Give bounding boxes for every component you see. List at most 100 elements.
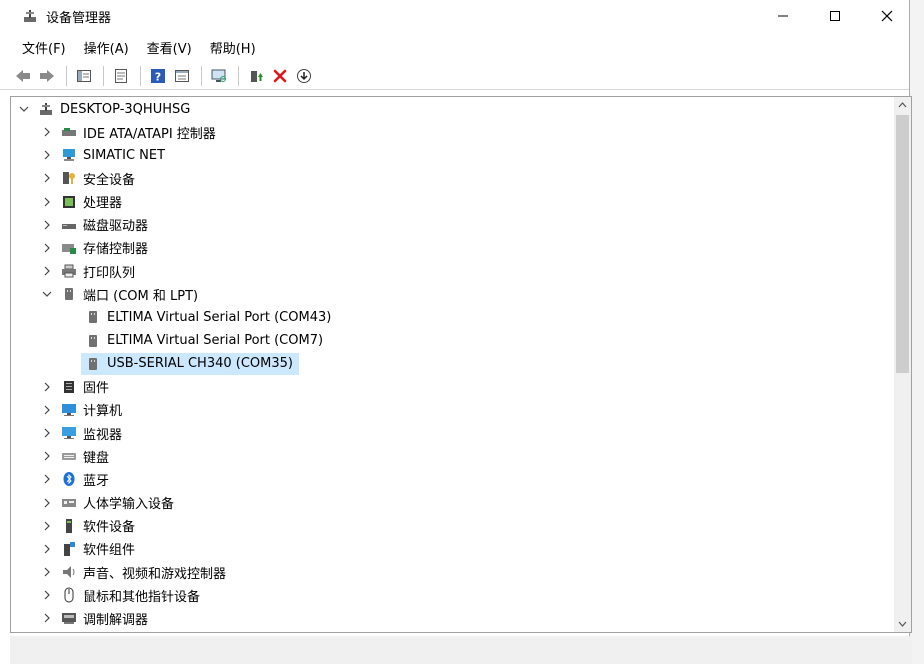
help-icon: ? <box>151 68 165 83</box>
uninstall-button[interactable] <box>269 65 291 87</box>
tree-category-item[interactable]: 处理器 <box>61 191 122 213</box>
scan-hardware-button[interactable] <box>208 65 230 87</box>
expand-root-chevron[interactable] <box>18 103 30 115</box>
close-button[interactable] <box>864 0 910 32</box>
expand-chevron[interactable] <box>41 543 53 555</box>
tree-category-item[interactable]: 人体学输入设备 <box>61 492 174 514</box>
tree-category-item[interactable]: 磁盘驱动器 <box>61 214 148 236</box>
tree-category-item[interactable]: 鼠标和其他指针设备 <box>61 584 200 606</box>
chevron-right-icon <box>44 405 50 415</box>
hid-icon <box>62 498 76 507</box>
back-button[interactable] <box>12 65 34 87</box>
expand-chevron[interactable] <box>41 288 53 300</box>
chevron-right-icon <box>44 613 50 623</box>
disable-device-button[interactable] <box>293 65 315 87</box>
vertical-scrollbar[interactable] <box>894 97 911 632</box>
tree-category-item[interactable]: 固件 <box>61 376 109 398</box>
scan-hardware-icon <box>211 69 226 82</box>
tree-category-label: 键盘 <box>83 450 110 466</box>
maximize-button[interactable] <box>812 0 858 32</box>
expand-chevron[interactable] <box>41 427 53 439</box>
toolbar-separator <box>238 65 239 86</box>
expand-chevron[interactable] <box>41 242 53 254</box>
disk-drive-icon <box>62 223 76 229</box>
tree-category-item[interactable]: 打印队列 <box>61 260 135 282</box>
expand-chevron[interactable] <box>41 404 53 416</box>
chevron-right-icon <box>44 498 50 507</box>
menu-action[interactable]: 操作(A) <box>76 35 137 60</box>
device-tree[interactable]: DESKTOP-3QHUHSG IDE ATA/ATAPI 控制器 SIMATIC… <box>10 96 912 633</box>
expand-chevron[interactable] <box>41 566 53 578</box>
tree-category-label: SIMATIC NET <box>83 147 166 163</box>
tree-category-label: 处理器 <box>83 196 123 212</box>
expand-chevron[interactable] <box>41 196 53 208</box>
tree-category-item[interactable]: 蓝牙 <box>61 468 109 490</box>
menu-help[interactable]: 帮助(H) <box>202 35 264 60</box>
tree-category-item[interactable]: 端口 (COM 和 LPT) <box>61 283 198 305</box>
expand-chevron[interactable] <box>41 381 53 393</box>
properties-button[interactable] <box>110 65 132 87</box>
expand-chevron[interactable] <box>41 450 53 462</box>
expand-chevron[interactable] <box>41 473 53 485</box>
chevron-right-icon <box>44 382 50 392</box>
software-device-icon <box>66 518 72 533</box>
software-component-icon <box>64 541 75 556</box>
properties-icon <box>115 68 127 83</box>
scrollbar-thumb[interactable] <box>896 115 909 373</box>
forward-button[interactable] <box>36 65 58 87</box>
expand-chevron[interactable] <box>41 172 53 184</box>
expand-chevron[interactable] <box>41 126 53 138</box>
action-pane-button[interactable] <box>171 65 193 87</box>
menu-view[interactable]: 查看(V) <box>139 35 200 60</box>
expand-chevron[interactable] <box>41 219 53 231</box>
processor-icon <box>63 195 75 208</box>
tree-category-item[interactable]: IDE ATA/ATAPI 控制器 <box>61 121 216 143</box>
tree-device-label: ELTIMA Virtual Serial Port (COM7) <box>107 333 324 348</box>
tree-category-item[interactable]: 计算机 <box>61 399 122 421</box>
tree-category-item[interactable]: 存储控制器 <box>61 237 148 259</box>
tree-category-item[interactable]: 软件设备 <box>61 515 135 537</box>
expand-chevron[interactable] <box>41 149 53 161</box>
menu-file[interactable]: 文件(F) <box>14 35 74 60</box>
tree-device-label: ELTIMA Virtual Serial Port (COM43) <box>107 309 332 325</box>
minimize-button[interactable] <box>760 0 806 32</box>
expand-chevron[interactable] <box>41 497 53 509</box>
expand-chevron[interactable] <box>41 520 53 532</box>
chevron-down-icon <box>19 106 29 112</box>
scroll-up-button[interactable] <box>894 97 911 114</box>
tree-device-item[interactable]: ELTIMA Virtual Serial Port (COM43) <box>81 306 331 328</box>
computer-icon <box>62 403 76 416</box>
tree-category-item[interactable]: 键盘 <box>61 445 109 467</box>
tree-category-label: 软件组件 <box>83 543 136 559</box>
tree-category-item[interactable]: 声音、视频和游戏控制器 <box>61 561 226 583</box>
ide-controller-icon <box>62 128 76 137</box>
forward-arrow-icon <box>40 69 54 82</box>
tree-category-label: 软件设备 <box>83 520 136 536</box>
help-button[interactable]: ? <box>147 65 169 87</box>
tree-device-item[interactable]: USB-SERIAL CH340 (COM35) <box>81 352 299 375</box>
tree-category-item[interactable]: SIMATIC NET <box>61 144 165 166</box>
tree-category-label: 存储控制器 <box>83 242 149 258</box>
tree-device-item[interactable]: ELTIMA Virtual Serial Port (COM7) <box>81 330 323 352</box>
expand-chevron[interactable] <box>41 265 53 277</box>
expand-chevron[interactable] <box>41 589 53 601</box>
chevron-right-icon <box>44 474 50 484</box>
chevron-right-icon <box>44 197 50 207</box>
printer-icon <box>62 264 76 278</box>
chevron-right-icon <box>44 590 50 600</box>
tree-root[interactable]: DESKTOP-3QHUHSG <box>38 98 190 120</box>
serial-port-icon <box>89 357 97 370</box>
update-driver-button[interactable] <box>245 65 267 87</box>
tree-category-item[interactable]: 软件组件 <box>61 538 135 560</box>
show-hide-tree-icon <box>77 69 91 82</box>
uninstall-x-icon <box>273 69 287 82</box>
tree-category-item[interactable]: 监视器 <box>61 422 122 444</box>
chevron-right-icon <box>44 174 50 183</box>
device-manager-window: 设备管理器 文件(F) 操作(A) 查看(V) 帮助(H) ? DESKTOP-… <box>0 0 912 664</box>
scroll-down-button[interactable] <box>894 615 911 632</box>
tree-category-item[interactable]: 调制解调器 <box>61 607 148 629</box>
tree-category-item[interactable]: 安全设备 <box>61 167 135 189</box>
tree-category-label: 计算机 <box>83 404 123 420</box>
show-hide-tree-button[interactable] <box>73 65 95 87</box>
expand-chevron[interactable] <box>41 612 53 624</box>
